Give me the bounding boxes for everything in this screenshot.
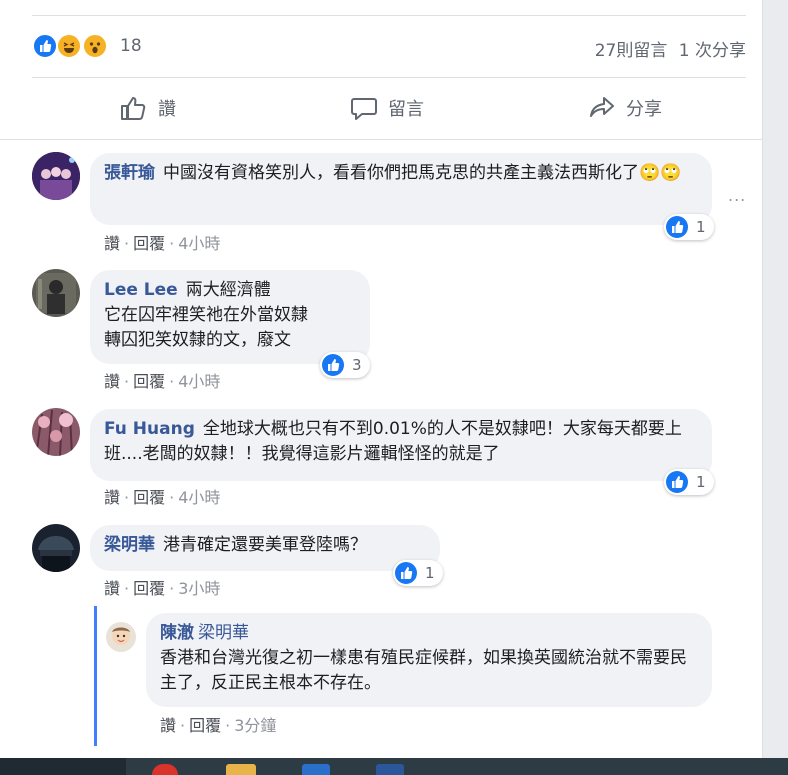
post-actions-bar: 讚 留言 分享	[32, 78, 746, 138]
comment-reply-link[interactable]: 回覆	[133, 234, 165, 253]
comment-author[interactable]: 張軒瑜	[104, 163, 155, 183]
share-button-label: 分享	[626, 99, 662, 120]
comment-timestamp[interactable]: 4小時	[178, 488, 220, 507]
comment-timestamp[interactable]: 4小時	[178, 234, 220, 253]
reply-like-link[interactable]: 讚	[160, 716, 176, 735]
avatar[interactable]	[32, 152, 80, 200]
comment-text: 中國沒有資格笑別人，看看你們把馬克思的共產主義法西斯化了🙄🙄	[163, 163, 682, 183]
comment-reply-link[interactable]: 回覆	[133, 488, 165, 507]
comment-share-stats: 27則留言 1 次分享	[589, 36, 746, 61]
comment-timestamp[interactable]: 4小時	[178, 372, 220, 391]
comment-meta: 讚 · 回覆 · 4小時	[104, 488, 221, 507]
reaction-count[interactable]: 18	[120, 36, 142, 56]
comment-like-link[interactable]: 讚	[104, 488, 120, 507]
os-taskbar	[0, 758, 788, 775]
comment-reply-link[interactable]: 回覆	[133, 372, 165, 391]
comment-text-line: 兩大經濟體	[185, 280, 271, 300]
reply-reply-link[interactable]: 回覆	[189, 716, 221, 735]
comment-meta: 讚 · 回覆 · 4小時	[104, 372, 221, 391]
comment-author[interactable]: Fu Huang	[104, 419, 195, 439]
comment-like-count[interactable]: 1	[664, 469, 714, 495]
share-button[interactable]: 分享	[588, 92, 662, 124]
comment-text: 港青確定還要美軍登陸嗎？	[163, 535, 367, 555]
comment-bubble: 梁明華 港青確定還要美軍登陸嗎？	[90, 525, 440, 571]
reply-bubble: 陳澈 梁明華 香港和台灣光復之初一樣患有殖民症候群，如果換英國統治就不需要民主了，…	[146, 613, 712, 707]
like-icon	[395, 562, 417, 584]
comment-like-link[interactable]: 讚	[104, 234, 120, 253]
like-reaction-icon[interactable]	[32, 33, 58, 59]
comment-text-line: 它在囚牢裡笑祂在外當奴隸	[104, 305, 308, 325]
like-icon	[666, 216, 688, 238]
comment-count-link[interactable]: 27則留言	[595, 41, 668, 61]
reply-author[interactable]: 陳澈	[160, 623, 194, 643]
comment-reply-link[interactable]: 回覆	[133, 579, 165, 598]
comment-bubble: Fu Huang 全地球大概也只有不到0.01%的人不是奴隸吧！大家每天都要上班.…	[90, 409, 712, 481]
folder-taskbar-icon[interactable]	[226, 764, 256, 775]
reply-mention[interactable]: 梁明華	[198, 623, 249, 643]
word-taskbar-icon[interactable]	[376, 764, 404, 775]
comment-author[interactable]: Lee Lee	[104, 280, 178, 300]
thumbs-up-icon	[121, 97, 146, 120]
share-count-link[interactable]: 1 次分享	[679, 41, 746, 61]
comment-bubble-icon	[351, 98, 377, 120]
comment-like-count[interactable]: 1	[664, 214, 714, 240]
comment-like-link[interactable]: 讚	[104, 372, 120, 391]
chrome-taskbar-icon[interactable]	[152, 764, 178, 775]
comment-author[interactable]: 梁明華	[104, 535, 155, 555]
divider	[0, 139, 762, 140]
avatar[interactable]	[32, 408, 80, 456]
reply-thread-line	[94, 606, 97, 746]
comment-like-count[interactable]: 3	[320, 352, 370, 378]
avatar[interactable]	[32, 524, 80, 572]
reply-text: 香港和台灣光復之初一樣患有殖民症候群，如果換英國統治就不需要民主了，反正民主根本…	[160, 648, 687, 693]
reply-meta: 讚 · 回覆 · 3分鐘	[160, 716, 277, 735]
comment-button[interactable]: 留言	[350, 92, 424, 124]
avatar[interactable]	[106, 622, 136, 652]
comment-like-count[interactable]: 1	[393, 560, 443, 586]
comment-bubble: 張軒瑜 中國沒有資格笑別人，看看你們把馬克思的共產主義法西斯化了🙄🙄	[90, 153, 712, 225]
share-arrow-icon	[590, 97, 614, 117]
haha-reaction-icon[interactable]	[56, 33, 82, 59]
comment-bubble: Lee Lee 兩大經濟體 它在囚牢裡笑祂在外當奴隸 轉囚犯笑奴隸的文，廢文	[90, 270, 370, 364]
post-stats-bar: 18 27則留言 1 次分享	[32, 30, 746, 64]
like-button[interactable]: 讚	[120, 92, 176, 124]
comment-like-link[interactable]: 讚	[104, 579, 120, 598]
avatar[interactable]	[32, 269, 80, 317]
comment-meta: 讚 · 回覆 · 4小時	[104, 234, 221, 253]
post-card: 18 27則留言 1 次分享 讚 留言 分享 張軒瑜 中國沒有資格笑別人，看看你們…	[0, 0, 763, 758]
like-icon	[322, 354, 344, 376]
wow-reaction-icon[interactable]	[82, 33, 108, 59]
taskbar-search-area[interactable]	[0, 758, 126, 775]
like-button-label: 讚	[158, 99, 176, 120]
comment-button-label: 留言	[388, 99, 424, 120]
comment-text-line: 轉囚犯笑奴隸的文，廢文	[104, 330, 291, 350]
app-taskbar-icon[interactable]	[302, 764, 330, 775]
reply-timestamp[interactable]: 3分鐘	[234, 716, 276, 735]
divider	[32, 15, 746, 16]
like-icon	[666, 471, 688, 493]
comment-meta: 讚 · 回覆 · 3小時	[104, 579, 221, 598]
comment-timestamp[interactable]: 3小時	[178, 579, 220, 598]
more-options-icon[interactable]: ...	[728, 186, 746, 205]
